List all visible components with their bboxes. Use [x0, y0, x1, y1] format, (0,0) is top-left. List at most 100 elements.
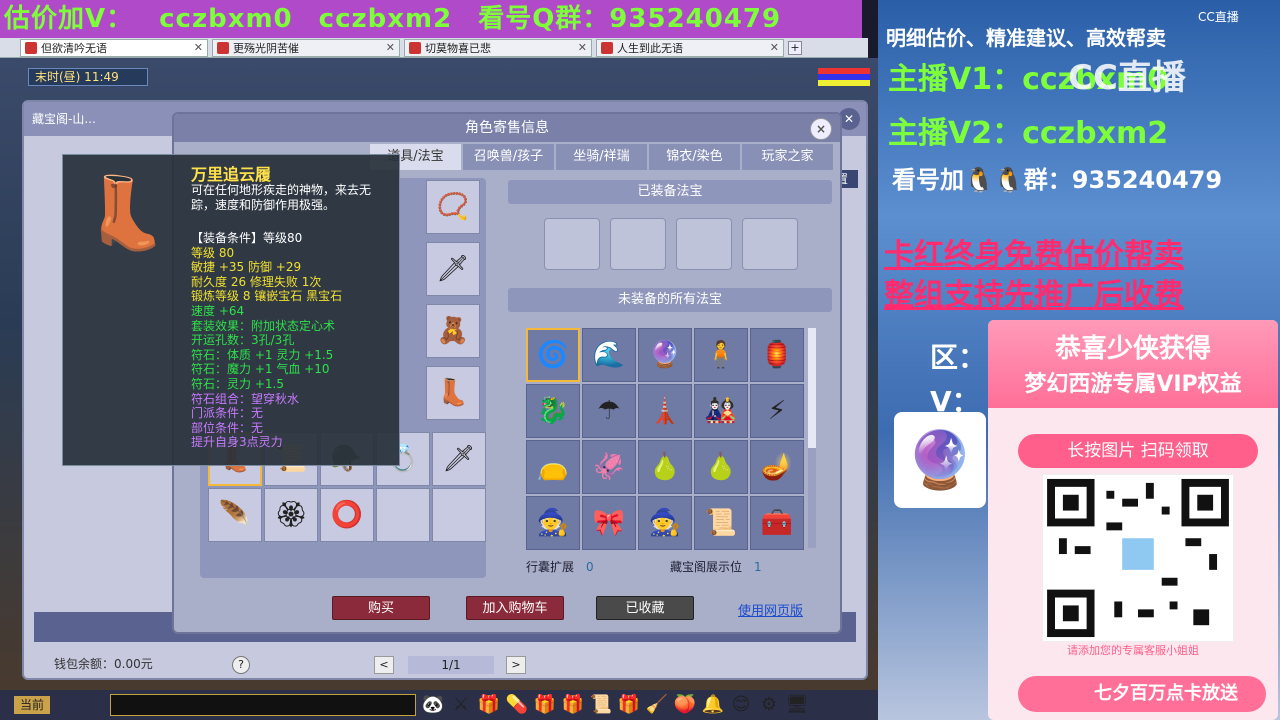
close-tab-icon[interactable]: ✕	[770, 41, 779, 54]
belt-icon: ⭕	[330, 500, 364, 530]
tab-outfits[interactable]: 锦衣/染色	[649, 144, 740, 170]
treasure-slot[interactable]	[676, 218, 732, 270]
next-page-button[interactable]: >	[506, 656, 526, 674]
cc-watermark: CC直播	[1068, 58, 1186, 98]
buy-button[interactable]: 购买	[332, 596, 430, 620]
bag-icon: 👝	[536, 452, 570, 482]
treasure-item[interactable]: 🗼	[638, 384, 692, 438]
item-slot[interactable]: 🧸	[426, 304, 480, 358]
browser-tab[interactable]: 更殇光阴苦催 ✕	[212, 38, 400, 57]
current-channel-button[interactable]: 当前	[14, 696, 50, 714]
treasure-item[interactable]: ⚡	[750, 384, 804, 438]
tab-pets[interactable]: 召唤兽/孩子	[463, 144, 554, 170]
figure-icon: 🧍	[704, 340, 738, 370]
treasure-item[interactable]: 🏮	[750, 328, 804, 382]
bag-expansion-label: 行囊扩展	[526, 560, 575, 574]
equipped-treasure-slots	[544, 218, 798, 270]
browser-tab-strip: 但欲清吟无语 ✕ 更殇光阴苦催 ✕ 切莫物喜已悲 ✕ 人生到此无语 ✕ +	[0, 38, 868, 58]
close-tab-icon[interactable]: ✕	[194, 41, 203, 54]
gift-icon[interactable]: 🎁	[560, 692, 586, 718]
gift-icon[interactable]: 🎁	[532, 692, 558, 718]
close-tab-icon[interactable]: ✕	[578, 41, 587, 54]
pagoda-icon: 🗼	[648, 396, 682, 426]
lantern-icon: 🏮	[760, 340, 794, 370]
item-attribute-line: 部位条件：无	[191, 420, 264, 435]
help-button[interactable]: ?	[232, 656, 250, 674]
treasure-item[interactable]: 🐉	[526, 384, 580, 438]
treasure-item[interactable]: 🌊	[582, 328, 636, 382]
tab-home[interactable]: 玩家之家	[742, 144, 833, 170]
qq-group: 看号加🐧🐧群：935240479	[892, 166, 1223, 194]
vip-card: 恭喜少侠获得 梦幻西游专属VIP权益 长按图片 扫码领取 请添加您的专属客服小姐…	[988, 320, 1278, 720]
browser-tab[interactable]: 切莫物喜已悲 ✕	[404, 38, 592, 57]
scrollbar-thumb[interactable]	[808, 328, 816, 448]
bell-icon[interactable]: 🔔	[700, 692, 726, 718]
chat-input[interactable]	[110, 694, 416, 716]
item-attribute-line: 提升自身3点灵力	[191, 435, 283, 450]
treasure-scrollbar[interactable]	[808, 328, 816, 548]
treasure-item[interactable]: 🧙	[638, 496, 692, 550]
item-slot[interactable]	[432, 488, 486, 542]
item-tooltip: 👢 万里追云履 可在任何地形疾走的神物，来去无踪，速度和防御作用极强。 【装备条…	[62, 154, 400, 466]
item-attribute-line: 锻炼等级 8 镶嵌宝石 黑宝石	[191, 289, 343, 304]
treasure-slot[interactable]	[544, 218, 600, 270]
treasure-item[interactable]: 🍐	[638, 440, 692, 494]
treasure-item-selected[interactable]: 🌀	[526, 328, 580, 382]
treasure-item[interactable]: 🔮	[638, 328, 692, 382]
chest-icon: 🧰	[760, 508, 794, 538]
promo-button[interactable]: 七夕百万点卡放送	[1018, 676, 1266, 712]
treasure-item[interactable]: 👝	[526, 440, 580, 494]
treasure-item[interactable]: 🍐	[694, 440, 748, 494]
treasure-item[interactable]: 🪔	[750, 440, 804, 494]
item-slot[interactable]: 📿	[426, 180, 480, 234]
item-slot[interactable]: 👢	[426, 366, 480, 420]
item-slot[interactable]: 🏵	[264, 488, 318, 542]
browser-tab[interactable]: 但欲清吟无语 ✕	[20, 38, 208, 57]
treasure-slot[interactable]	[742, 218, 798, 270]
treasure-item[interactable]: 🧍	[694, 328, 748, 382]
treasure-item[interactable]: 🎎	[694, 384, 748, 438]
monitor-icon[interactable]: 🖥	[784, 692, 810, 718]
browser-tab[interactable]: 人生到此无语 ✕	[596, 38, 784, 57]
treasure-item[interactable]: 🎀	[582, 496, 636, 550]
prev-page-button[interactable]: <	[374, 656, 394, 674]
add-to-cart-button[interactable]: 加入购物车	[466, 596, 564, 620]
umbrella-icon: ☂	[597, 396, 621, 426]
qr-code[interactable]	[1042, 474, 1234, 642]
face-icon[interactable]: 😊	[728, 692, 754, 718]
treasure-item[interactable]: 🧙	[526, 496, 580, 550]
broom-icon[interactable]: 🧹	[644, 692, 670, 718]
pet-icon[interactable]: 🐼	[420, 692, 446, 718]
equipped-treasures-header: 已装备法宝	[508, 180, 832, 204]
treasure-item[interactable]: 🦑	[582, 440, 636, 494]
gift-icon[interactable]: 🎁	[616, 692, 642, 718]
item-slot[interactable]: 🗡	[426, 242, 480, 296]
treasure-slot[interactable]	[610, 218, 666, 270]
tab-mounts[interactable]: 坐骑/祥瑞	[556, 144, 647, 170]
item-attribute-line: 符石：体质 +1 灵力 +1.5	[191, 347, 334, 362]
new-tab-button[interactable]: +	[788, 40, 802, 55]
stream-banner: 估价加V： cczbxm0 cczbxm2 看号Q群：935240479	[0, 0, 862, 38]
gourd-icon: 🍐	[704, 452, 738, 482]
item-slot[interactable]: 🗡	[432, 432, 486, 486]
treasure-item[interactable]: 📜	[694, 496, 748, 550]
favorited-button[interactable]: 已收藏	[596, 596, 694, 620]
dialog-close-button[interactable]: ×	[810, 118, 832, 140]
dialog-tabs: 道具/法宝 召唤兽/孩子 坐骑/祥瑞 锦衣/染色 玩家之家	[370, 144, 833, 170]
weapon-icon[interactable]: ⚔	[448, 692, 474, 718]
close-tab-icon[interactable]: ✕	[386, 41, 395, 54]
zone-label: 区：	[930, 341, 987, 374]
item-slot[interactable]	[376, 488, 430, 542]
scroll-icon[interactable]: 📜	[588, 692, 614, 718]
pill-icon[interactable]: 💊	[504, 692, 530, 718]
treasure-item[interactable]: ☂	[582, 384, 636, 438]
item-slot[interactable]: 🪶	[208, 488, 262, 542]
gift-icon[interactable]: 🎁	[476, 692, 502, 718]
boots-icon: 👢	[82, 171, 170, 254]
web-version-link[interactable]: 使用网页版	[738, 600, 803, 619]
peach-icon[interactable]: 🍑	[672, 692, 698, 718]
item-slot[interactable]: ⭕	[320, 488, 374, 542]
status-bars	[818, 68, 870, 86]
gear-icon[interactable]: ⚙	[756, 692, 782, 718]
treasure-item[interactable]: 🧰	[750, 496, 804, 550]
